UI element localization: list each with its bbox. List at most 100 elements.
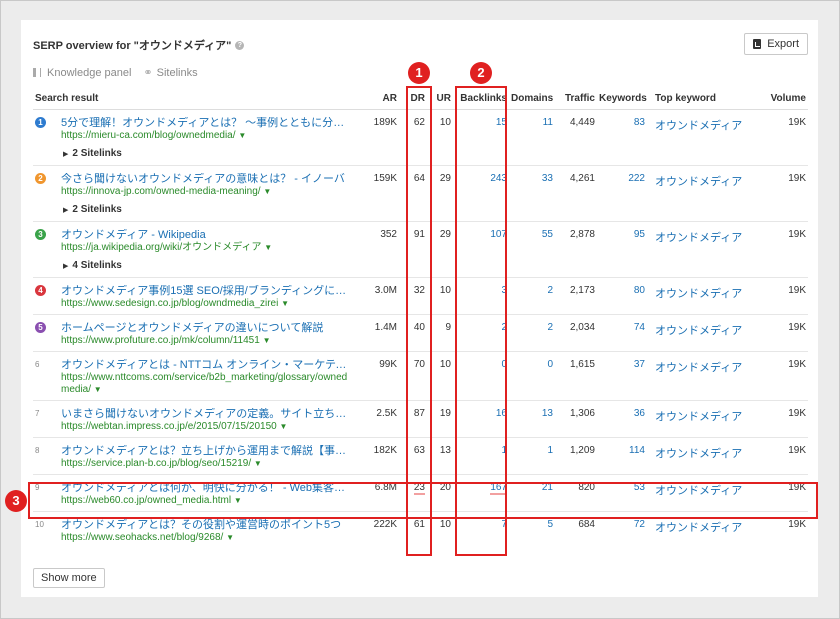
sitelinks-toggle[interactable]: ▶ 4 Sitelinks [63, 260, 122, 271]
backlinks-link[interactable]: 15 [496, 117, 507, 128]
col-top-keyword[interactable]: Top keyword [647, 87, 755, 110]
caret-down-icon[interactable]: ▼ [226, 533, 234, 542]
keywords-link[interactable]: 83 [634, 117, 645, 128]
col-domains[interactable]: Domains [509, 87, 555, 110]
backlinks-link[interactable]: 7 [501, 519, 507, 530]
sitelinks-toggle[interactable]: ▶ 2 Sitelinks [63, 204, 122, 215]
result-title-link[interactable]: オウンドメディアとは？立ち上げから運用まで解説【事例アリ】 [61, 445, 353, 458]
result-title-link[interactable]: オウンドメディアとは？その役割や運営時のポイント5つ [61, 519, 353, 532]
domains-link[interactable]: 13 [542, 408, 553, 419]
caret-down-icon[interactable]: ▼ [279, 422, 287, 431]
result-title-link[interactable]: オウンドメディア事例15選 SEO/採用/ブランディングに効く！ [61, 285, 353, 298]
filter-knowledge-panel[interactable]: Knowledge panel [33, 67, 131, 79]
top-keyword-link[interactable]: オウンドメディア [655, 448, 742, 460]
domains-link[interactable]: 21 [542, 482, 553, 493]
top-keyword-link[interactable]: オウンドメディア [655, 522, 742, 534]
result-title-link[interactable]: オウンドメディア - Wikipedia [61, 229, 353, 242]
top-keyword-link[interactable]: オウンドメディア [655, 411, 742, 423]
top-keyword-link[interactable]: オウンドメディア [655, 362, 742, 374]
top-keyword-link[interactable]: オウンドメディア [655, 485, 742, 497]
result-title-link[interactable]: 今さら聞けないオウンドメディアの意味とは？ - イノーバ [61, 173, 353, 186]
result-title-link[interactable]: オウンドメディアとは - NTTコム オンライン・マーケティング ... [61, 359, 353, 372]
domains-link[interactable]: 5 [547, 519, 553, 530]
col-volume[interactable]: Volume [755, 87, 808, 110]
domains-link[interactable]: 55 [542, 229, 553, 240]
caret-down-icon[interactable]: ▼ [94, 385, 102, 394]
result-url-link[interactable]: https://www.seohacks.net/blog/9268/ ▼ [61, 532, 353, 544]
result-url-link[interactable]: https://service.plan-b.co.jp/blog/seo/15… [61, 458, 353, 470]
result-url: https://service.plan-b.co.jp/blog/seo/15… [61, 458, 252, 469]
keywords-link[interactable]: 95 [634, 229, 645, 240]
domains-cell: 1 [509, 437, 555, 475]
card-header: SERP overview for "オウンドメディア" ? Export [33, 33, 808, 57]
result-url-link[interactable]: https://innova-jp.com/owned-media-meanin… [61, 186, 353, 198]
col-search-result[interactable]: Search result [33, 87, 355, 110]
sitelinks-cell: ▶ 2 Sitelinks [33, 142, 808, 166]
caret-down-icon[interactable]: ▼ [234, 496, 242, 505]
filter-sitelinks[interactable]: ⚭ Sitelinks [143, 66, 197, 80]
domains-cell: 11 [509, 110, 555, 143]
caret-down-icon[interactable]: ▼ [238, 131, 246, 140]
result-url-link[interactable]: https://mieru-ca.com/blog/ownedmedia/ ▼ [61, 130, 353, 142]
result-url-link[interactable]: https://www.sedesign.co.jp/blog/owndmedi… [61, 298, 353, 310]
keywords-link[interactable]: 36 [634, 408, 645, 419]
sitelinks-toggle[interactable]: ▶ 2 Sitelinks [63, 148, 122, 159]
keywords-link[interactable]: 37 [634, 359, 645, 370]
domains-link[interactable]: 11 [543, 117, 553, 128]
keywords-link[interactable]: 80 [634, 285, 645, 296]
backlinks-link[interactable]: 167 [490, 482, 507, 495]
domains-link[interactable]: 0 [547, 359, 553, 370]
result-url-link[interactable]: https://web60.co.jp/owned_media.html ▼ [61, 495, 353, 507]
col-keywords[interactable]: Keywords [597, 87, 647, 110]
domains-link[interactable]: 2 [547, 322, 553, 333]
result-url: https://innova-jp.com/owned-media-meanin… [61, 186, 261, 197]
result-url-link[interactable]: https://www.profuture.co.jp/mk/column/11… [61, 335, 353, 347]
dr-value: 87 [413, 408, 425, 419]
col-dr[interactable]: DR [399, 87, 427, 110]
backlinks-link[interactable]: 0 [501, 359, 507, 370]
result-url-link[interactable]: https://ja.wikipedia.org/wiki/オウンドメディア ▼ [61, 242, 353, 254]
ur-cell: 20 [427, 474, 453, 512]
top-keyword-link[interactable]: オウンドメディア [655, 120, 742, 132]
keywords-cell: 114 [597, 437, 647, 475]
caret-down-icon[interactable]: ▼ [254, 459, 262, 468]
caret-down-icon[interactable]: ▼ [264, 243, 272, 252]
domains-link[interactable]: 2 [547, 285, 553, 296]
top-keyword-link[interactable]: オウンドメディア [655, 176, 742, 188]
caret-down-icon[interactable]: ▼ [263, 187, 271, 196]
domains-link[interactable]: 33 [542, 173, 553, 184]
result-title-link[interactable]: オウンドメディアとは何か、明快に分かる！ - Web集客の ... [61, 482, 353, 495]
col-ur[interactable]: UR [427, 87, 453, 110]
result-title-link[interactable]: 5分で理解！オウンドメディアとは？ 〜事例とともに分かり ... [61, 117, 353, 130]
domains-link[interactable]: 1 [547, 445, 553, 456]
keywords-link[interactable]: 74 [634, 322, 645, 333]
volume-cell: 19K [755, 351, 808, 401]
backlinks-link[interactable]: 243 [490, 173, 507, 184]
show-more-button[interactable]: Show more [33, 568, 105, 588]
backlinks-link[interactable]: 107 [490, 229, 507, 240]
caret-down-icon[interactable]: ▼ [263, 336, 271, 345]
backlinks-link[interactable]: 1 [501, 445, 507, 456]
help-icon[interactable]: ? [235, 40, 245, 50]
top-keyword-link[interactable]: オウンドメディア [655, 232, 742, 244]
caret-down-icon[interactable]: ▼ [281, 299, 289, 308]
top-keyword-link[interactable]: オウンドメディア [655, 325, 742, 337]
backlinks-link[interactable]: 3 [501, 285, 507, 296]
top-keyword-link[interactable]: オウンドメディア [655, 288, 742, 300]
col-traffic[interactable]: Traffic [555, 87, 597, 110]
backlinks-link[interactable]: 16 [496, 408, 507, 419]
col-ar[interactable]: AR [355, 87, 399, 110]
result-title-link[interactable]: ホームページとオウンドメディアの違いについて解説 [61, 322, 353, 335]
traffic-cell: 820 [555, 474, 597, 512]
export-button[interactable]: Export [744, 33, 808, 55]
keywords-link[interactable]: 72 [634, 519, 645, 530]
keywords-link[interactable]: 222 [628, 173, 645, 184]
keywords-link[interactable]: 114 [629, 445, 645, 456]
backlinks-link[interactable]: 2 [501, 322, 507, 333]
result-url-link[interactable]: https://webtan.impress.co.jp/e/2015/07/1… [61, 421, 353, 433]
result-url-link[interactable]: https://www.nttcoms.com/service/b2b_mark… [61, 372, 353, 396]
keywords-link[interactable]: 53 [634, 482, 645, 493]
col-backlinks[interactable]: Backlinks [453, 87, 509, 110]
search-result-cell: 2 今さら聞けないオウンドメディアの意味とは？ - イノーバ https://inn… [33, 165, 355, 198]
result-title-link[interactable]: いまさら聞けないオウンドメディアの定義。サイト立ち上げ前 ... [61, 408, 353, 421]
